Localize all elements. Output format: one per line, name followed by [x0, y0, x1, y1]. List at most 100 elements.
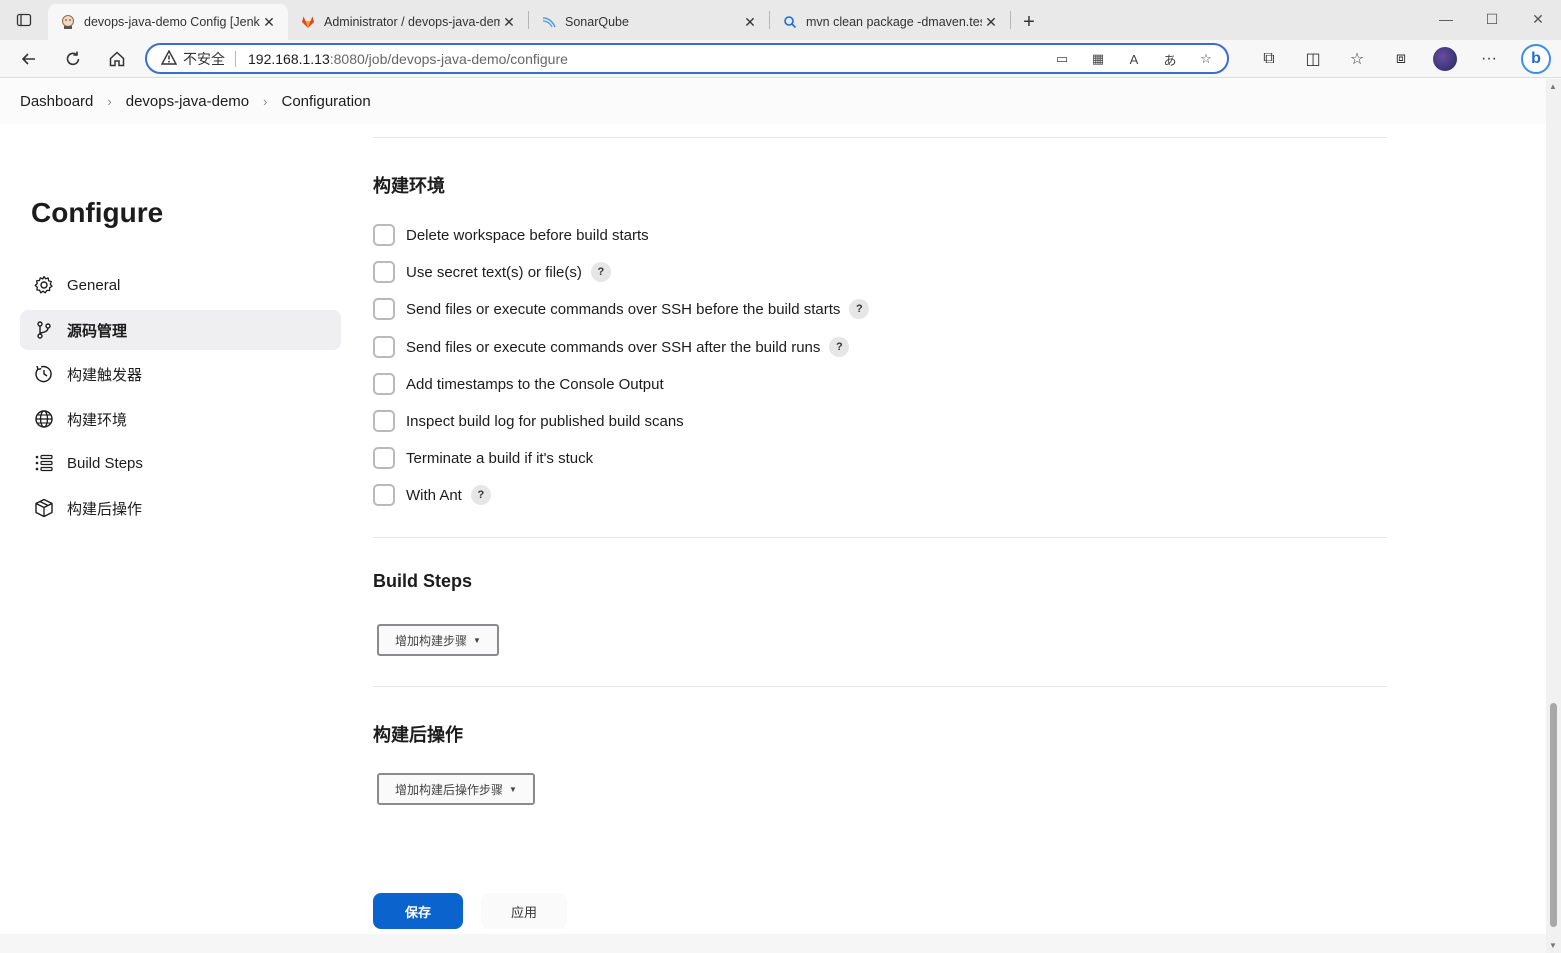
- sidebar-item-label: 构建后操作: [67, 500, 143, 518]
- option-build-scans[interactable]: Inspect build log for published build sc…: [373, 410, 684, 432]
- translate-icon[interactable]: あ: [1159, 48, 1181, 70]
- home-button[interactable]: [95, 43, 139, 75]
- option-label[interactable]: Terminate a build if it's stuck: [406, 450, 593, 467]
- apply-button[interactable]: 应用: [481, 893, 567, 929]
- help-icon[interactable]: ?: [590, 262, 611, 282]
- app-available-icon[interactable]: ▭: [1051, 48, 1073, 70]
- breadcrumb-configuration[interactable]: Configuration: [281, 93, 370, 110]
- sidebar-item-build-steps[interactable]: Build Steps: [20, 443, 341, 483]
- add-build-step-button[interactable]: 增加构建步骤 ▼: [377, 624, 499, 656]
- checkbox[interactable]: [373, 261, 395, 283]
- option-label[interactable]: With Ant: [406, 487, 462, 504]
- sidebar-item-source-code[interactable]: 源码管理: [20, 310, 341, 350]
- tab-actions-button[interactable]: [0, 0, 48, 40]
- browser-tab-strip: devops-java-demo Config [Jenkins] ✕ Admi…: [0, 0, 1561, 40]
- clock-icon: [33, 363, 55, 385]
- checkbox[interactable]: [373, 298, 395, 320]
- chevron-right-icon[interactable]: ›: [263, 94, 267, 109]
- reload-icon: [66, 51, 80, 65]
- add-favorite-icon[interactable]: ☆: [1195, 48, 1217, 70]
- back-button[interactable]: [7, 43, 51, 75]
- section-divider: [373, 537, 1387, 538]
- bing-copilot-button[interactable]: b: [1511, 43, 1561, 75]
- minimize-icon: —: [1439, 11, 1453, 27]
- browser-tab-jenkins[interactable]: devops-java-demo Config [Jenkins] ✕: [48, 4, 288, 40]
- sidebar-item-build-environment[interactable]: 构建环境: [20, 399, 341, 439]
- option-terminate-stuck[interactable]: Terminate a build if it's stuck: [373, 447, 593, 469]
- checkbox[interactable]: [373, 224, 395, 246]
- sidebar-item-label: General: [67, 276, 121, 294]
- page-scrollbar[interactable]: ▲ ▼: [1546, 79, 1561, 953]
- reload-button[interactable]: [51, 43, 95, 75]
- url-path: :8080/job/devops-java-demo/configure: [329, 50, 568, 67]
- option-with-ant[interactable]: With Ant ?: [373, 484, 491, 506]
- tab-title: devops-java-demo Config [Jenkins]: [84, 15, 260, 29]
- close-tab-icon[interactable]: ✕: [982, 14, 1000, 31]
- address-bar[interactable]: 不安全 192.168.1.13:8080/job/devops-java-de…: [145, 43, 1229, 74]
- scroll-up-icon[interactable]: ▲: [1549, 82, 1557, 91]
- new-tab-button[interactable]: +: [1011, 4, 1047, 40]
- option-delete-workspace[interactable]: Delete workspace before build starts: [373, 224, 649, 246]
- sidebar-item-post-build[interactable]: 构建后操作: [20, 488, 341, 528]
- puzzle-icon: ⧉: [1263, 50, 1275, 67]
- close-tab-icon[interactable]: ✕: [741, 14, 759, 31]
- option-label[interactable]: Send files or execute commands over SSH …: [406, 339, 820, 356]
- sidebar-item-build-triggers[interactable]: 构建触发器: [20, 354, 341, 394]
- checkbox[interactable]: [373, 373, 395, 395]
- page-title: Configure: [31, 197, 164, 228]
- checkbox[interactable]: [373, 484, 395, 506]
- option-label[interactable]: Add timestamps to the Console Output: [406, 376, 664, 393]
- profile-button[interactable]: [1423, 43, 1467, 75]
- close-tab-icon[interactable]: ✕: [260, 14, 278, 31]
- breadcrumb-job[interactable]: devops-java-demo: [126, 93, 249, 110]
- help-icon[interactable]: ?: [829, 337, 850, 357]
- option-ssh-after[interactable]: Send files or execute commands over SSH …: [373, 336, 850, 358]
- option-secret-text[interactable]: Use secret text(s) or file(s) ?: [373, 261, 611, 283]
- option-ssh-before[interactable]: Send files or execute commands over SSH …: [373, 298, 870, 320]
- option-timestamps[interactable]: Add timestamps to the Console Output: [373, 373, 664, 395]
- sidebar-item-general[interactable]: General: [20, 265, 341, 305]
- split-screen-button[interactable]: ◫: [1291, 43, 1335, 75]
- sidebar-item-label: Build Steps: [67, 454, 143, 472]
- favorites-button[interactable]: ☆: [1335, 43, 1379, 75]
- breadcrumb: Dashboard › devops-java-demo › Configura…: [0, 79, 1546, 124]
- browser-tab-gitlab[interactable]: Administrator / devops-java-demo ✕: [288, 4, 528, 40]
- back-arrow-icon: [21, 52, 35, 65]
- caret-down-icon: ▼: [473, 635, 481, 645]
- scroll-down-icon[interactable]: ▼: [1549, 941, 1557, 950]
- add-post-build-step-button[interactable]: 增加构建后操作步骤 ▼: [377, 773, 535, 805]
- section-divider: [373, 686, 1387, 687]
- option-label[interactable]: Send files or execute commands over SSH …: [406, 301, 840, 318]
- insecure-label[interactable]: 不安全: [183, 49, 225, 69]
- checkbox[interactable]: [373, 336, 395, 358]
- read-aloud-icon[interactable]: A: [1123, 48, 1145, 70]
- section-heading-post-build: 构建后操作: [373, 725, 463, 745]
- chevron-right-icon[interactable]: ›: [107, 94, 111, 109]
- breadcrumb-dashboard[interactable]: Dashboard: [20, 93, 93, 110]
- extensions-button[interactable]: ⧉: [1247, 43, 1291, 75]
- page-footer: [0, 934, 1546, 953]
- option-label[interactable]: Delete workspace before build starts: [406, 227, 649, 244]
- qr-code-icon[interactable]: ▦: [1087, 48, 1109, 70]
- checkbox[interactable]: [373, 447, 395, 469]
- more-menu-button[interactable]: ···: [1467, 43, 1511, 75]
- close-tab-icon[interactable]: ✕: [500, 14, 518, 31]
- checkbox[interactable]: [373, 410, 395, 432]
- save-button[interactable]: 保存: [373, 893, 463, 929]
- option-label[interactable]: Use secret text(s) or file(s): [406, 264, 582, 281]
- browser-tab-search[interactable]: mvn clean package -dmaven.test ✕: [770, 4, 1010, 40]
- branch-icon: [33, 319, 55, 341]
- scrollbar-thumb[interactable]: [1550, 703, 1557, 927]
- sidebar-item-label: 构建环境: [67, 411, 128, 429]
- tab-title: Administrator / devops-java-demo: [324, 15, 500, 29]
- help-icon[interactable]: ?: [849, 299, 870, 319]
- minimize-button[interactable]: —: [1423, 0, 1469, 38]
- address-divider: [235, 50, 236, 67]
- close-window-button[interactable]: ✕: [1515, 0, 1561, 38]
- maximize-button[interactable]: ☐: [1469, 0, 1515, 38]
- collections-button[interactable]: ⧈: [1379, 43, 1423, 75]
- jenkins-icon: [60, 14, 76, 30]
- help-icon[interactable]: ?: [470, 485, 491, 505]
- option-label[interactable]: Inspect build log for published build sc…: [406, 413, 684, 430]
- browser-tab-sonarqube[interactable]: SonarQube ✕: [529, 4, 769, 40]
